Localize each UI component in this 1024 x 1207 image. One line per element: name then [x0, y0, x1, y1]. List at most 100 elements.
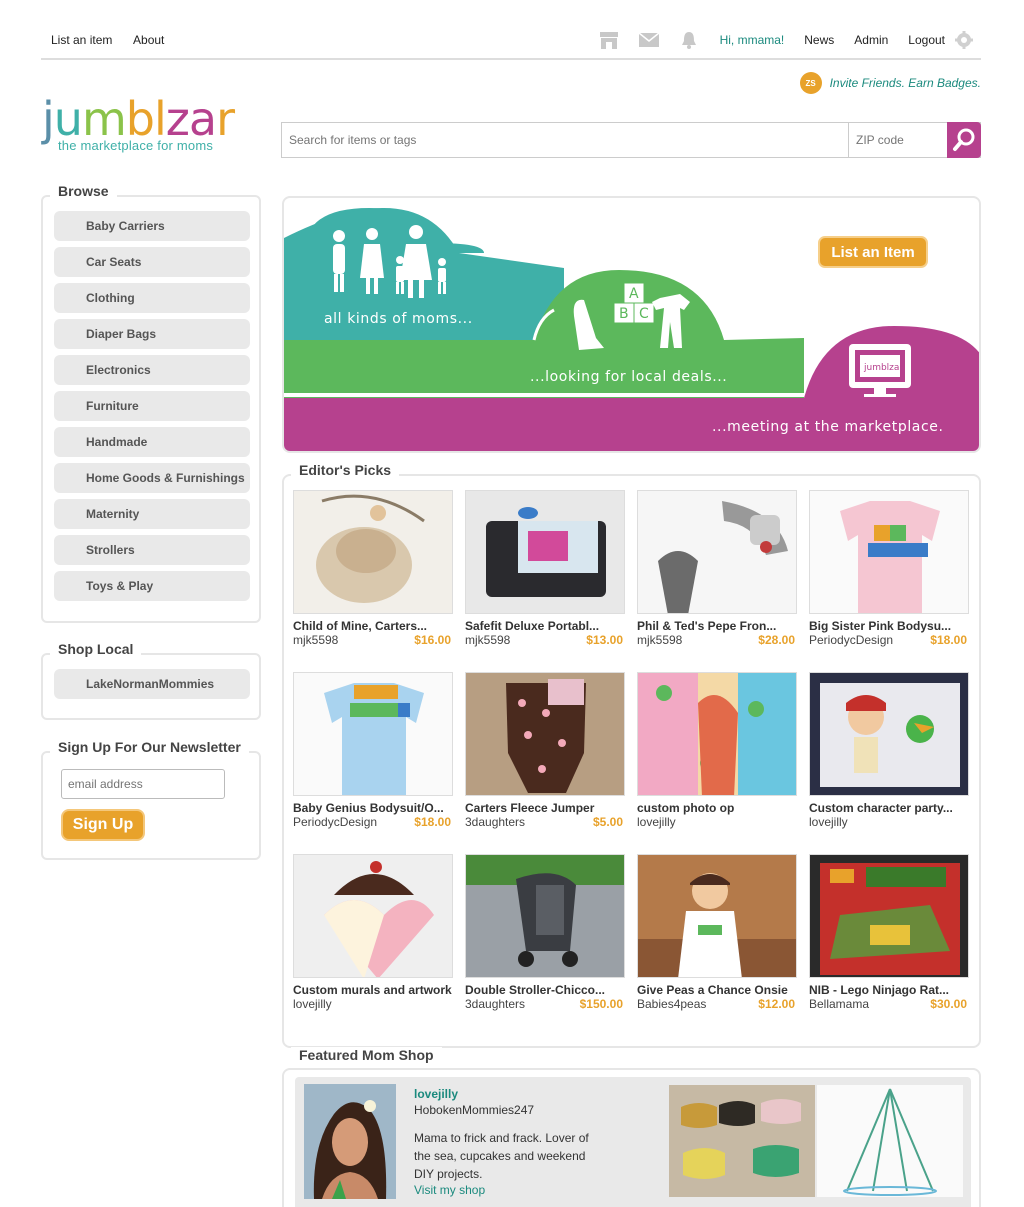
top-nav-left: List an item About	[51, 33, 182, 47]
shop-local-item[interactable]: LakeNormanMommies	[54, 669, 250, 699]
mail-icon[interactable]	[638, 30, 660, 50]
featured-product-image[interactable]	[669, 1085, 815, 1197]
product-title[interactable]: NIB - Lego Ninjago Rat...	[809, 983, 969, 997]
category-item[interactable]: Furniture	[54, 391, 250, 421]
seller-name[interactable]: 3daughters	[465, 815, 525, 829]
product-card[interactable]: Safefit Deluxe Portabl... mjk5598 $13.00	[465, 490, 625, 660]
product-title[interactable]: Double Stroller-Chicco...	[465, 983, 625, 997]
greeting-link[interactable]: Hi, mmama!	[720, 33, 785, 47]
product-card[interactable]: Big Sister Pink Bodysu... PeriodycDesign $…	[809, 490, 969, 660]
product-price: $5.00	[592, 815, 623, 829]
product-card[interactable]: Double Stroller-Chicco... 3daughters $150.…	[465, 854, 625, 1024]
product-meta: Bellamama $30.00	[809, 997, 969, 1011]
product-title[interactable]: Custom murals and artwork	[293, 983, 453, 997]
product-card[interactable]: Custom murals and artwork lovejilly	[293, 854, 453, 1024]
product-price: $18.00	[930, 633, 967, 647]
product-image[interactable]	[465, 854, 625, 978]
product-image[interactable]	[637, 490, 797, 614]
product-image[interactable]	[637, 672, 797, 796]
product-price: $28.00	[758, 633, 795, 647]
seller-name[interactable]: Babies4peas	[637, 997, 706, 1011]
store-icon[interactable]	[598, 30, 620, 50]
featured-shop-name[interactable]: lovejilly	[414, 1087, 458, 1101]
product-price: $30.00	[930, 997, 967, 1011]
hero-banner[interactable]: A B C jumblzar all kinds of moms... ...l…	[282, 196, 981, 453]
product-card[interactable]: Carters Fleece Jumper 3daughters $5.00	[465, 672, 625, 842]
product-title[interactable]: Custom character party...	[809, 801, 969, 815]
product-title[interactable]: Big Sister Pink Bodysu...	[809, 619, 969, 633]
sign-up-button[interactable]: Sign Up	[61, 809, 145, 841]
product-title[interactable]: Baby Genius Bodysuit/O...	[293, 801, 453, 815]
product-title[interactable]: Phil & Ted's Pepe Fron...	[637, 619, 797, 633]
seller-name[interactable]: 3daughters	[465, 997, 525, 1011]
product-image[interactable]	[637, 854, 797, 978]
product-price: $12.00	[758, 997, 795, 1011]
product-image[interactable]	[293, 490, 453, 614]
seller-name[interactable]: mjk5598	[465, 633, 510, 647]
featured-product-image[interactable]	[817, 1085, 963, 1197]
category-item[interactable]: Clothing	[54, 283, 250, 313]
product-card[interactable]: custom photo op lovejilly	[637, 672, 797, 842]
visit-shop-link[interactable]: Visit my shop	[414, 1183, 485, 1197]
site-logo[interactable]: jumblzar the marketplace for moms	[42, 96, 262, 162]
seller-name[interactable]: mjk5598	[637, 633, 682, 647]
seller-name[interactable]: Bellamama	[809, 997, 869, 1011]
product-card[interactable]: Baby Genius Bodysuit/O... PeriodycDesign $…	[293, 672, 453, 842]
product-image[interactable]	[809, 490, 969, 614]
search-input[interactable]	[282, 123, 848, 157]
product-price: $18.00	[414, 815, 451, 829]
editors-picks-panel: Child of Mine, Carters... mjk5598 $16.00 Sa…	[282, 474, 981, 1048]
product-image[interactable]	[293, 672, 453, 796]
category-item[interactable]: Toys & Play	[54, 571, 250, 601]
product-image[interactable]	[465, 490, 625, 614]
product-card[interactable]: Give Peas a Chance Onsie Babies4peas $12.0…	[637, 854, 797, 1024]
admin-link[interactable]: Admin	[854, 33, 888, 47]
product-price	[451, 997, 453, 1011]
gear-icon[interactable]	[955, 31, 973, 49]
seller-name[interactable]: PeriodycDesign	[293, 815, 377, 829]
invite-friends-link[interactable]: ZS Invite Friends. Earn Badges.	[799, 72, 981, 94]
news-link[interactable]: News	[804, 33, 834, 47]
product-card[interactable]: Custom character party... lovejilly	[809, 672, 969, 842]
category-item[interactable]: Car Seats	[54, 247, 250, 277]
product-image[interactable]	[465, 672, 625, 796]
seller-name[interactable]: lovejilly	[637, 815, 676, 829]
product-image[interactable]	[809, 854, 969, 978]
product-title[interactable]: Carters Fleece Jumper	[465, 801, 625, 815]
hero-line-2: ...looking for local deals...	[530, 369, 728, 385]
category-item[interactable]: Home Goods & Furnishings	[54, 463, 250, 493]
logout-link[interactable]: Logout	[908, 33, 945, 47]
category-item[interactable]: Strollers	[54, 535, 250, 565]
seller-name[interactable]: lovejilly	[809, 815, 848, 829]
list-an-item-button[interactable]: List an Item	[818, 236, 928, 268]
product-title[interactable]: Safefit Deluxe Portabl...	[465, 619, 625, 633]
category-item[interactable]: Diaper Bags	[54, 319, 250, 349]
category-item[interactable]: Handmade	[54, 427, 250, 457]
category-item[interactable]: Baby Carriers	[54, 211, 250, 241]
product-image[interactable]	[809, 672, 969, 796]
product-title[interactable]: Give Peas a Chance Onsie	[637, 983, 797, 997]
about-link[interactable]: About	[133, 33, 164, 47]
product-card[interactable]: Child of Mine, Carters... mjk5598 $16.00	[293, 490, 453, 660]
product-image[interactable]	[293, 854, 453, 978]
category-item[interactable]: Maternity	[54, 499, 250, 529]
avatar[interactable]	[304, 1084, 396, 1199]
product-title[interactable]: custom photo op	[637, 801, 797, 815]
seller-name[interactable]: mjk5598	[293, 633, 338, 647]
featured-shop-panel: lovejilly HobokenMommies247 Mama to fric…	[282, 1068, 981, 1207]
shop-local-title: Shop Local	[50, 641, 142, 657]
product-meta: mjk5598 $28.00	[637, 633, 797, 647]
product-title[interactable]: Child of Mine, Carters...	[293, 619, 453, 633]
svg-text:C: C	[639, 306, 649, 322]
product-card[interactable]: NIB - Lego Ninjago Rat... Bellamama $30.00	[809, 854, 969, 1024]
category-item[interactable]: Electronics	[54, 355, 250, 385]
list-an-item-link[interactable]: List an item	[51, 33, 112, 47]
bell-icon[interactable]	[678, 30, 700, 50]
seller-name[interactable]: lovejilly	[293, 997, 332, 1011]
seller-name[interactable]: PeriodycDesign	[809, 633, 893, 647]
search-button[interactable]	[947, 122, 981, 158]
zip-code-input[interactable]	[848, 123, 948, 157]
email-field[interactable]	[61, 769, 225, 799]
product-card[interactable]: Phil & Ted's Pepe Fron... mjk5598 $28.00	[637, 490, 797, 660]
shop-local-panel: LakeNormanMommies	[41, 653, 261, 720]
